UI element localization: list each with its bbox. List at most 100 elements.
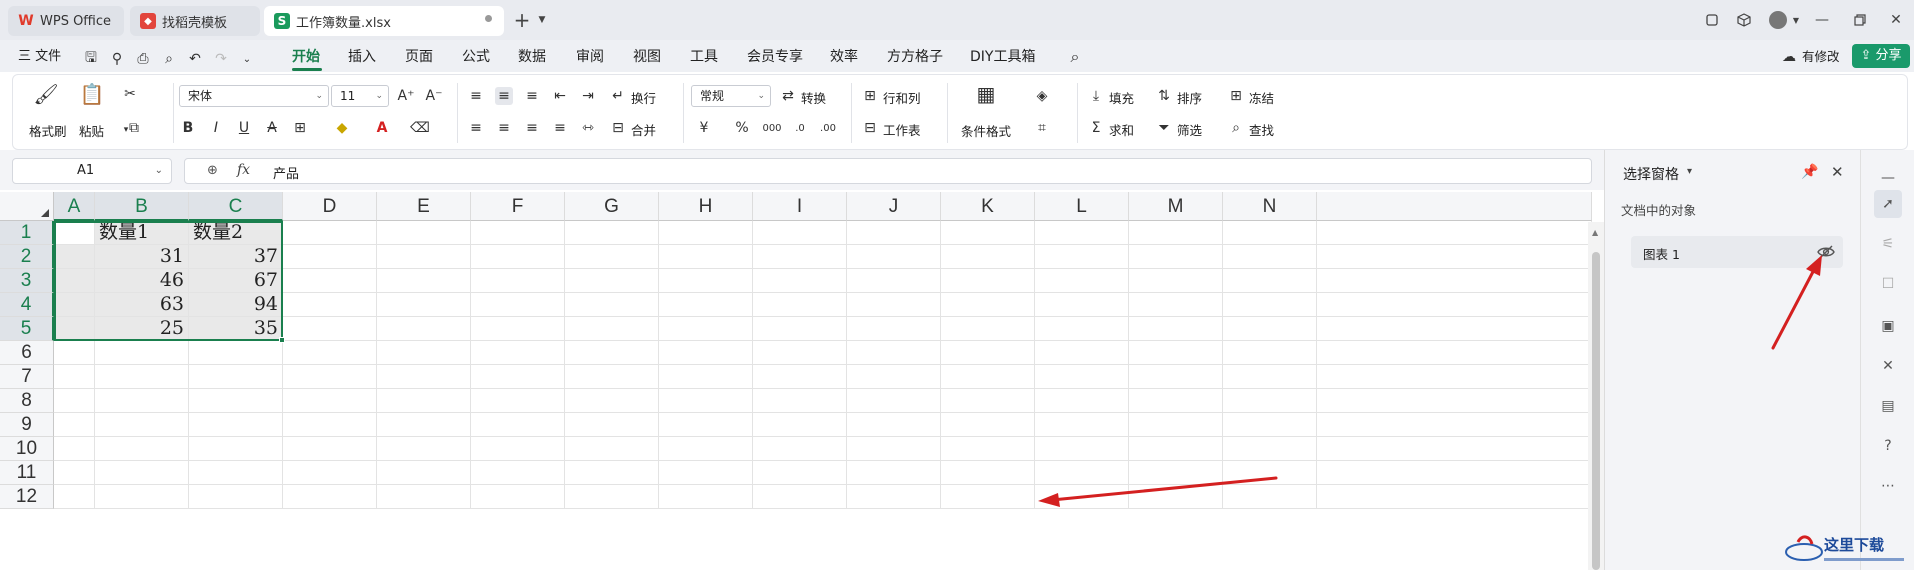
has-changes-label[interactable]: 有修改	[1802, 46, 1840, 68]
row-filler[interactable]	[1317, 389, 1592, 413]
cell-g9[interactable]	[565, 413, 659, 437]
cell-e4[interactable]	[377, 293, 471, 317]
cell-b6[interactable]	[95, 341, 189, 365]
cell-c10[interactable]	[189, 437, 283, 461]
cell-j4[interactable]	[847, 293, 941, 317]
tab-wps-office[interactable]: W WPS Office	[8, 6, 124, 36]
column-header-f[interactable]: F	[471, 192, 565, 221]
cell-h4[interactable]	[659, 293, 753, 317]
cell-d7[interactable]	[283, 365, 377, 389]
cell-c4[interactable]: 94	[189, 293, 283, 317]
cell-h8[interactable]	[659, 389, 753, 413]
fill-icon[interactable]: ⤓	[1087, 87, 1105, 105]
cell-g5[interactable]	[565, 317, 659, 341]
row-filler[interactable]	[1317, 485, 1592, 509]
row-filler[interactable]	[1317, 365, 1592, 389]
column-header-n[interactable]: N	[1223, 192, 1317, 221]
column-header-l[interactable]: L	[1035, 192, 1129, 221]
cell-c6[interactable]	[189, 341, 283, 365]
cell-l9[interactable]	[1035, 413, 1129, 437]
cell-d2[interactable]	[283, 245, 377, 269]
row-header-11[interactable]: 11	[0, 461, 54, 485]
cell-e10[interactable]	[377, 437, 471, 461]
border-icon[interactable]: ⊞	[291, 119, 309, 137]
cell-j11[interactable]	[847, 461, 941, 485]
cell-i2[interactable]	[753, 245, 847, 269]
freeze-icon[interactable]: ⊞	[1227, 87, 1245, 105]
cell-j7[interactable]	[847, 365, 941, 389]
cell-d12[interactable]	[283, 485, 377, 509]
cell-f12[interactable]	[471, 485, 565, 509]
cell-l8[interactable]	[1035, 389, 1129, 413]
cut-icon[interactable]: ✂	[121, 85, 139, 103]
more-icon[interactable]: ⋯	[1878, 476, 1898, 496]
cell-d1[interactable]	[283, 221, 377, 245]
fill-color-icon[interactable]: ◆	[333, 119, 351, 137]
cell-b12[interactable]	[95, 485, 189, 509]
save-icon[interactable]: 🖫	[82, 50, 100, 68]
cell-d10[interactable]	[283, 437, 377, 461]
undo-icon[interactable]: ↶	[186, 50, 204, 68]
currency-icon[interactable]: ¥	[695, 119, 713, 137]
redo-icon[interactable]: ↷	[212, 50, 230, 68]
cell-l6[interactable]	[1035, 341, 1129, 365]
align-right-icon[interactable]: ≡	[523, 119, 541, 137]
avatar-chevron-icon[interactable]: ▼	[1786, 10, 1806, 30]
image-ai-icon[interactable]: ▣	[1878, 316, 1898, 336]
cell-l7[interactable]	[1035, 365, 1129, 389]
column-header-c[interactable]: C	[189, 192, 283, 221]
cell-a10[interactable]	[54, 437, 95, 461]
row-header-6[interactable]: 6	[0, 341, 54, 365]
cell-n7[interactable]	[1223, 365, 1317, 389]
cell-e8[interactable]	[377, 389, 471, 413]
cell-d4[interactable]	[283, 293, 377, 317]
cell-c1[interactable]: 数量2	[189, 221, 283, 245]
cell-h5[interactable]	[659, 317, 753, 341]
cell-m5[interactable]	[1129, 317, 1223, 341]
sort-button[interactable]: 排序	[1177, 88, 1202, 107]
file-menu[interactable]: 三 文件	[18, 46, 61, 68]
cube-icon[interactable]	[1734, 10, 1754, 30]
cell-g2[interactable]	[565, 245, 659, 269]
settings-sliders-icon[interactable]: ⚟	[1878, 234, 1898, 254]
cell-h10[interactable]	[659, 437, 753, 461]
menu-data[interactable]: 数据	[518, 46, 546, 68]
cell-e2[interactable]	[377, 245, 471, 269]
cell-j8[interactable]	[847, 389, 941, 413]
cell-f6[interactable]	[471, 341, 565, 365]
row-header-7[interactable]: 7	[0, 365, 54, 389]
clear-format-icon[interactable]: ⌫	[410, 119, 430, 137]
cell-g3[interactable]	[565, 269, 659, 293]
cell-l2[interactable]	[1035, 245, 1129, 269]
cell-h7[interactable]	[659, 365, 753, 389]
cell-d8[interactable]	[283, 389, 377, 413]
cell-c7[interactable]	[189, 365, 283, 389]
font-name-select[interactable]: 宋体 ⌄	[179, 85, 329, 107]
tab-list-chevron-icon[interactable]: ▼	[532, 10, 552, 30]
cell-i8[interactable]	[753, 389, 847, 413]
strikethrough-icon[interactable]: A	[263, 119, 281, 137]
cell-n4[interactable]	[1223, 293, 1317, 317]
align-middle-icon[interactable]: ≡	[495, 87, 513, 105]
cell-b3[interactable]: 46	[95, 269, 189, 293]
cell-i7[interactable]	[753, 365, 847, 389]
cell-h1[interactable]	[659, 221, 753, 245]
row-header-1[interactable]: 1	[0, 221, 54, 245]
cell-m8[interactable]	[1129, 389, 1223, 413]
align-left-icon[interactable]: ≡	[467, 119, 485, 137]
worksheet-button[interactable]: 工作表	[883, 120, 921, 139]
scrollbar-thumb[interactable]	[1592, 252, 1600, 570]
column-header-j[interactable]: J	[847, 192, 941, 221]
rows-cols-button[interactable]: 行和列	[883, 88, 921, 107]
cell-e6[interactable]	[377, 341, 471, 365]
cell-c3[interactable]: 67	[189, 269, 283, 293]
close-window-icon[interactable]: ✕	[1886, 10, 1906, 30]
row-header-8[interactable]: 8	[0, 389, 54, 413]
cell-m10[interactable]	[1129, 437, 1223, 461]
underline-icon[interactable]: U	[235, 119, 253, 137]
row-filler[interactable]	[1317, 221, 1592, 245]
cell-j6[interactable]	[847, 341, 941, 365]
cell-h11[interactable]	[659, 461, 753, 485]
cell-b8[interactable]	[95, 389, 189, 413]
cell-h12[interactable]	[659, 485, 753, 509]
